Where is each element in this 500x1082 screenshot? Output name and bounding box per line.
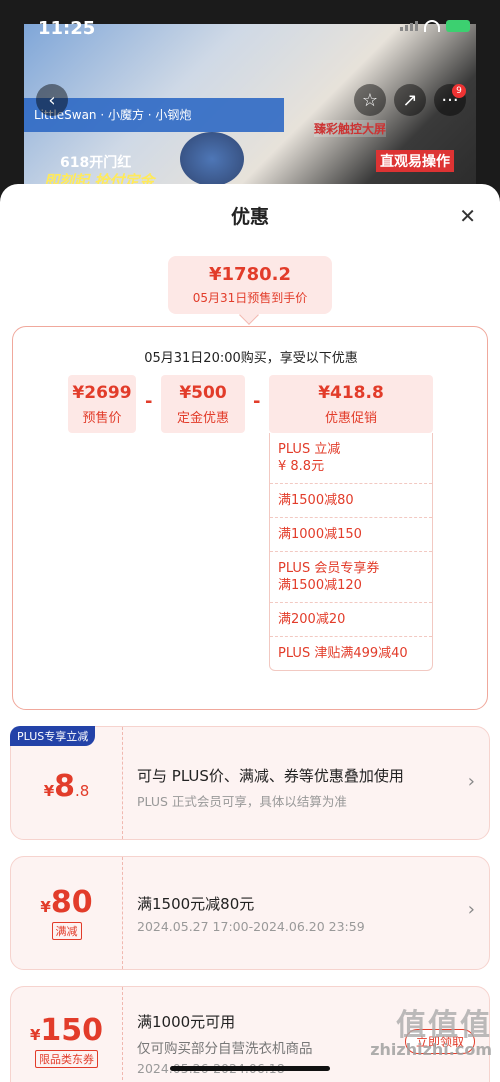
feature-line-1: 臻彩触控大屏 — [314, 120, 387, 137]
calc-item-presale: ¥2699 预售价 — [68, 375, 136, 433]
coupon-validity: 2024.05.27 17:00-2024.06.20 23:59 — [137, 919, 365, 934]
calc-item-promo: ¥418.8 优惠促销 — [269, 375, 433, 433]
final-price: ¥1780.2 — [209, 264, 291, 285]
promo-text: 满1000减150 — [278, 527, 362, 542]
chevron-right-icon: › — [467, 771, 475, 792]
close-icon: ✕ — [459, 204, 476, 228]
calc-label: 预售价 — [82, 411, 122, 426]
calc-item-deposit: ¥500 定金优惠 — [161, 375, 245, 433]
final-price-bubble: ¥1780.2 05月31日预售到手价 — [168, 256, 332, 325]
promo-text: 满200减20 — [278, 612, 346, 627]
promo-row: 满1500减80 — [270, 483, 432, 517]
coupon-title: 满1500元减80元 — [137, 895, 255, 913]
battery-icon — [446, 20, 470, 32]
minus-sign: - — [145, 391, 153, 412]
chevron-left-icon: ‹ — [48, 89, 56, 111]
chevron-right-icon: › — [467, 899, 475, 920]
calc-value: ¥500 — [179, 383, 227, 403]
coupon-value: 8 — [54, 769, 75, 804]
share-icon: ↗ — [402, 89, 418, 111]
product-image — [180, 132, 244, 186]
promo-row: 满200减20 — [270, 602, 432, 636]
calc-header: 05月31日20:00购买，享受以下优惠 — [144, 351, 358, 366]
status-icons — [400, 20, 470, 32]
currency-symbol: ¥ — [29, 1026, 41, 1044]
calc-label: 定金优惠 — [176, 411, 229, 426]
home-indicator — [170, 1066, 330, 1071]
promo-text: 满1500减120 — [278, 578, 362, 593]
share-button[interactable]: ↗ — [394, 84, 426, 116]
coupon-type-label: 满减 — [51, 922, 82, 940]
coupon-amount: ¥80 满减 — [11, 857, 123, 969]
promo-text: PLUS 津贴满499减40 — [278, 646, 408, 661]
promo-text: PLUS 会员专享券 — [278, 561, 380, 576]
price-calculation: 05月31日20:00购买，享受以下优惠 ¥2699 预售价 - ¥500 定金… — [12, 326, 488, 710]
promo-text: PLUS 立减 — [278, 442, 341, 457]
signal-icon — [400, 21, 418, 31]
currency-symbol: ¥ — [43, 782, 55, 800]
promo-text: 满1500减80 — [278, 493, 354, 508]
watermark-logo: 值值值 — [396, 1008, 492, 1043]
star-icon: ☆ — [361, 89, 379, 111]
coupon-value-decimal: .8 — [75, 782, 90, 800]
feature-line-2: 直观易操作 — [376, 150, 454, 172]
coupon-subtitle: PLUS 正式会员可享，具体以结算为准 — [137, 794, 347, 809]
coupon-card-full-reduction[interactable]: ¥80 满减 满1500元减80元 2024.05.27 17:00-2024.… — [10, 856, 490, 970]
calc-label: 优惠促销 — [324, 411, 377, 426]
close-button[interactable]: ✕ — [459, 204, 476, 228]
coupon-amount: ¥8.8 — [11, 727, 123, 839]
more-badge: 9 — [452, 84, 466, 98]
back-button[interactable]: ‹ — [36, 84, 68, 116]
coupon-amount: ¥150 限品类东券 — [11, 987, 123, 1082]
promo-row: PLUS 津贴满499减40 — [270, 636, 432, 670]
coupon-value: 80 — [50, 885, 93, 920]
status-time: 11:25 — [38, 18, 96, 39]
favorite-button[interactable]: ☆ — [354, 84, 386, 116]
wifi-icon — [424, 20, 440, 32]
promo-text: ¥ 8.8元 — [278, 459, 325, 474]
sheet-title: 优惠 — [230, 206, 269, 228]
promo-line-1: 618开门红 — [60, 155, 132, 171]
promo-breakdown-list: PLUS 立减 ¥ 8.8元 满1500减80 满1000减150 PLUS 会… — [269, 433, 433, 671]
coupon-card-plus[interactable]: PLUS专享立减 ¥8.8 可与 PLUS价、满减、券等优惠叠加使用 PLUS … — [10, 726, 490, 840]
coupon-title: 满1000元可用 — [137, 1013, 236, 1031]
currency-symbol: ¥ — [40, 898, 51, 916]
minus-sign: - — [253, 391, 261, 412]
discount-sheet: 优惠 ✕ ¥1780.2 05月31日预售到手价 05月31日20:00购买，享… — [0, 184, 500, 1082]
coupon-title: 可与 PLUS价、满减、券等优惠叠加使用 — [137, 767, 404, 785]
final-price-caption: 05月31日预售到手价 — [192, 291, 308, 305]
coupon-subtitle: 仅可购买部分自营洗衣机商品 — [137, 1041, 313, 1057]
coupon-type-label: 限品类东券 — [35, 1050, 98, 1068]
watermark-url: zhizhizhi.com — [370, 1040, 492, 1059]
promo-row: PLUS 立减 ¥ 8.8元 — [270, 433, 432, 483]
promo-row: PLUS 会员专享券 满1500减120 — [270, 551, 432, 602]
coupon-value: 150 — [40, 1013, 104, 1048]
promo-row: 满1000减150 — [270, 517, 432, 551]
calc-value: ¥2699 — [72, 383, 132, 403]
calc-value: ¥418.8 — [318, 383, 384, 403]
